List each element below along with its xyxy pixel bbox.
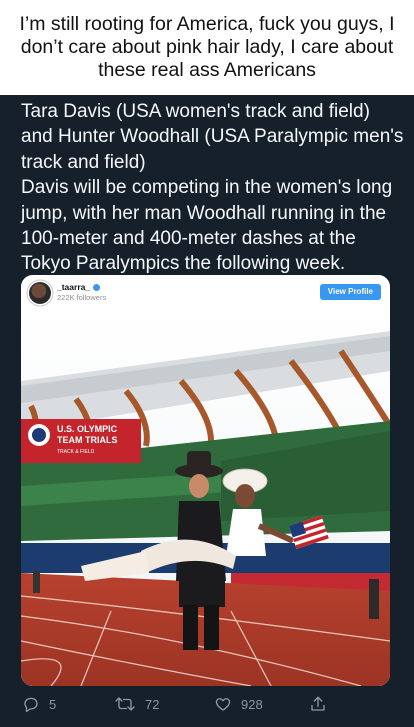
instagram-username[interactable]: _taarra_ — [57, 282, 101, 292]
instagram-embed-header: _taarra_ 222K followers View Profile — [21, 275, 390, 311]
banner-line-2: TEAM TRIALS — [57, 435, 118, 445]
retweet-icon — [115, 697, 135, 711]
banner-line-1: U.S. OLYMPIC — [57, 424, 118, 434]
meme-caption: I’m still rooting for America, fuck you … — [0, 0, 414, 95]
tweet-text-paragraph-2: Davis will be competing in the women's l… — [21, 177, 393, 275]
tweet-action-bar: 5 72 928 — [0, 693, 414, 719]
username-text: _taarra_ — [57, 282, 91, 292]
meme-caption-text: I’m still rooting for America, fuck you … — [19, 13, 395, 81]
view-profile-button[interactable]: View Profile — [319, 284, 381, 300]
reply-button[interactable]: 5 — [22, 695, 56, 713]
retweet-count: 72 — [145, 696, 160, 712]
like-button[interactable]: 928 — [214, 695, 263, 713]
retweet-button[interactable]: 72 — [114, 695, 159, 713]
like-count: 928 — [241, 696, 263, 712]
embedded-photo[interactable]: U.S. OLYMPIC TEAM TRIALS TRACK & FIELD — [21, 311, 390, 686]
banner-line-3: TRACK & FIELD — [57, 449, 95, 455]
reply-icon — [24, 697, 38, 713]
tweet-card: Tara Davis (USA women's track and field)… — [0, 95, 414, 727]
follower-count: 222K followers — [57, 293, 107, 302]
avatar[interactable] — [29, 282, 51, 304]
reply-count: 5 — [49, 696, 57, 712]
share-button[interactable] — [309, 695, 327, 713]
tweet-body: Tara Davis (USA women's track and field)… — [21, 99, 406, 277]
tweet-text-paragraph-1: Tara Davis (USA women's track and field)… — [21, 101, 404, 173]
verified-badge-icon — [93, 284, 101, 292]
share-icon — [311, 696, 325, 711]
like-icon — [215, 698, 231, 711]
instagram-embed[interactable]: _taarra_ 222K followers View Profile U.S… — [21, 275, 390, 686]
